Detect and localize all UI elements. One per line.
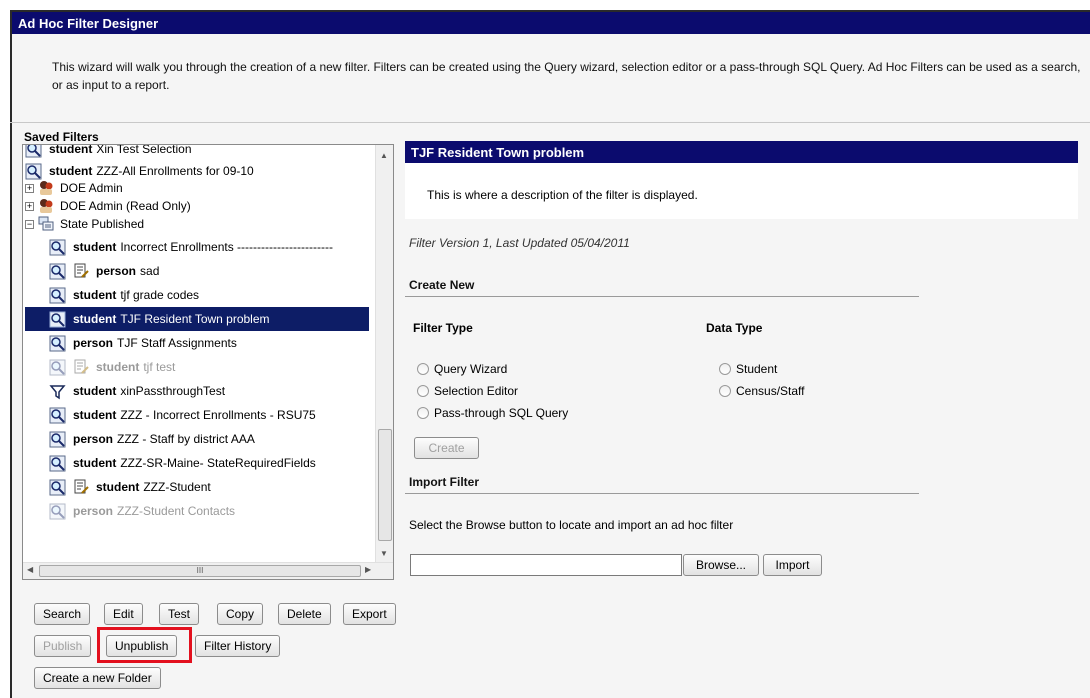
- tree-item-filter[interactable]: student tjf grade codes: [49, 283, 367, 307]
- radio-pass-through-sql[interactable]: Pass-through SQL Query: [417, 406, 568, 420]
- scroll-thumb[interactable]: [378, 429, 392, 541]
- magnifier-icon: [49, 287, 66, 303]
- magnifier-icon: [49, 359, 66, 375]
- tree-item-filter[interactable]: student ZZZ - Incorrect Enrollments - RSU…: [49, 403, 367, 427]
- tree-item-filter-disabled[interactable]: person ZZZ-Student Contacts: [49, 499, 367, 523]
- export-button[interactable]: Export: [343, 603, 396, 625]
- expand-icon[interactable]: +: [25, 201, 34, 211]
- copy-button[interactable]: Copy: [217, 603, 264, 625]
- saved-filters-tree: student Xin Test Selection student ZZZ-All…: [22, 144, 394, 580]
- tree-item-filter[interactable]: student ZZZ-SR-Maine- StateRequiredFields: [49, 451, 367, 475]
- collapse-icon[interactable]: −: [25, 219, 34, 229]
- expand-icon[interactable]: +: [25, 183, 34, 193]
- delete-button[interactable]: Delete: [278, 603, 331, 625]
- tree-horizontal-scrollbar[interactable]: ◀ III ▶: [23, 562, 393, 579]
- scroll-up-icon[interactable]: ▲: [380, 151, 388, 160]
- document-edit-icon: [74, 479, 89, 494]
- radio-icon[interactable]: [417, 363, 429, 375]
- magnifier-icon: [49, 431, 66, 447]
- filter-description: This is where a description of the filte…: [427, 188, 698, 202]
- create-folder-button[interactable]: Create a new Folder: [34, 667, 161, 689]
- description-box: This is where a description of the filte…: [405, 163, 1078, 219]
- intro-text: This wizard will walk you through the cr…: [52, 60, 1081, 92]
- document-edit-icon: [74, 263, 89, 278]
- document-edit-icon: [74, 359, 89, 374]
- publish-button[interactable]: Publish: [34, 635, 92, 657]
- search-button[interactable]: Search: [34, 603, 91, 625]
- magnifier-icon: [49, 239, 66, 255]
- tree-item-filter-disabled[interactable]: student tjf test: [49, 355, 367, 379]
- filter-type-label: Filter Type: [413, 321, 473, 335]
- section-divider: [405, 493, 919, 494]
- magnifier-icon: [49, 311, 66, 327]
- scroll-left-icon[interactable]: ◀: [27, 565, 33, 574]
- funnel-icon: [49, 384, 66, 399]
- tree-vertical-scrollbar[interactable]: ▲ ▼: [375, 145, 393, 563]
- magnifier-icon: [49, 455, 66, 471]
- divider: [10, 122, 1090, 123]
- filter-title: TJF Resident Town problem: [405, 141, 1078, 163]
- radio-query-wizard[interactable]: Query Wizard: [417, 362, 507, 376]
- magnifier-icon: [25, 145, 42, 157]
- radio-census-staff[interactable]: Census/Staff: [719, 384, 804, 398]
- magnifier-icon: [25, 163, 42, 179]
- import-button[interactable]: Import: [763, 554, 822, 576]
- scroll-thumb[interactable]: III: [39, 565, 361, 577]
- test-button[interactable]: Test: [159, 603, 200, 625]
- magnifier-icon: [49, 335, 66, 351]
- radio-icon[interactable]: [417, 385, 429, 397]
- edit-button[interactable]: Edit: [104, 603, 143, 625]
- app-title: Ad Hoc Filter Designer: [12, 12, 1090, 34]
- create-new-title: Create New: [409, 278, 475, 292]
- radio-student[interactable]: Student: [719, 362, 777, 376]
- user-group-icon: [40, 199, 53, 213]
- radio-icon[interactable]: [719, 363, 731, 375]
- magnifier-icon: [49, 407, 66, 423]
- scroll-right-icon[interactable]: ▶: [365, 565, 371, 574]
- import-instructions: Select the Browse button to locate and i…: [409, 518, 734, 532]
- tree-folder-state-published[interactable]: − State Published: [25, 215, 369, 233]
- published-folder-icon: [38, 216, 54, 231]
- radio-icon[interactable]: [417, 407, 429, 419]
- tree-item-filter[interactable]: student xinPassthroughTest: [49, 379, 367, 403]
- magnifier-icon: [49, 503, 66, 519]
- data-type-label: Data Type: [706, 321, 763, 335]
- radio-icon[interactable]: [719, 385, 731, 397]
- tree-item-filter[interactable]: person sad: [49, 259, 367, 283]
- tree-item-filter[interactable]: student Incorrect Enrollments -----------…: [49, 235, 367, 259]
- magnifier-icon: [49, 263, 66, 279]
- highlight-box: [97, 627, 192, 663]
- tree-folder-doe-admin-read-only[interactable]: + DOE Admin (Read Only): [25, 197, 369, 215]
- tree-folder-doe-admin[interactable]: + DOE Admin: [25, 179, 369, 197]
- user-group-icon: [40, 181, 53, 195]
- filter-history-button[interactable]: Filter History: [195, 635, 281, 657]
- tree-item-filter[interactable]: student ZZZ-Student: [49, 475, 367, 499]
- import-filter-title: Import Filter: [409, 475, 480, 489]
- tree-item-filter[interactable]: person ZZZ - Staff by district AAA: [49, 427, 367, 451]
- tree-item-filter[interactable]: person TJF Staff Assignments: [49, 331, 367, 355]
- create-button[interactable]: Create: [414, 437, 479, 459]
- tree-item-filter-selected[interactable]: student TJF Resident Town problem: [25, 307, 369, 331]
- browse-button[interactable]: Browse...: [683, 554, 759, 576]
- saved-filters-title: Saved Filters: [24, 130, 99, 144]
- radio-selection-editor[interactable]: Selection Editor: [417, 384, 518, 398]
- filter-version: Filter Version 1, Last Updated 05/04/201…: [409, 236, 630, 250]
- magnifier-icon: [49, 479, 66, 495]
- file-path-input[interactable]: [410, 554, 682, 576]
- scroll-down-icon[interactable]: ▼: [380, 549, 388, 558]
- section-divider: [405, 296, 919, 297]
